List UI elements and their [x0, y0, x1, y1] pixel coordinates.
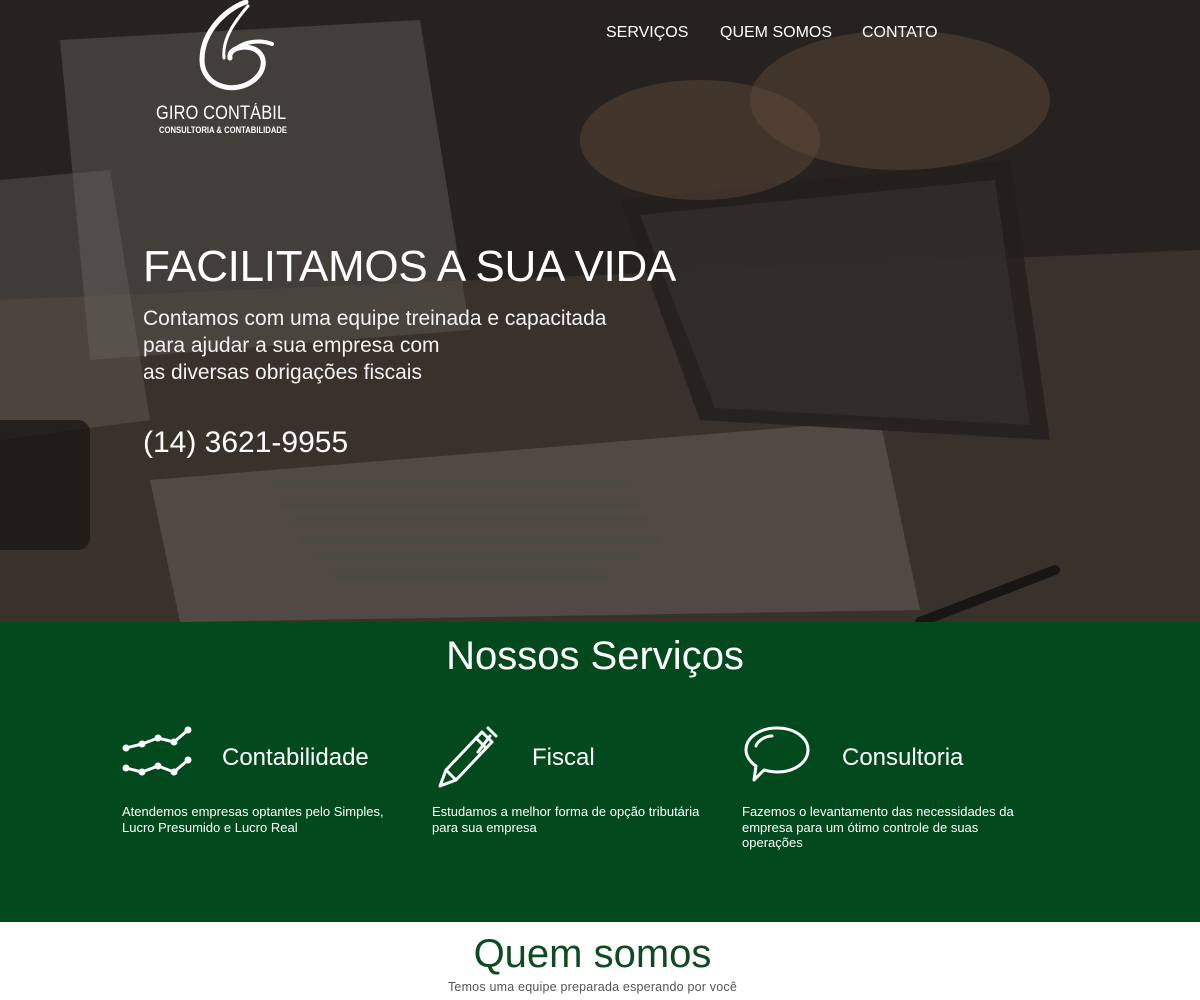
- main-nav: SERVIÇOS QUEM SOMOS CONTATO: [0, 24, 1200, 44]
- services-title: Nossos Serviços: [446, 634, 744, 678]
- stylized-g-logo-icon: [199, 0, 274, 91]
- hero-lead-line: as diversas obrigações fiscais: [143, 361, 422, 384]
- service-label: Consultoria: [842, 744, 964, 771]
- brand-name: GIRO CONTÁBIL: [156, 103, 287, 124]
- hero-lead: Contamos com uma equipe treinada e capac…: [143, 305, 703, 386]
- nav-item-servicos[interactable]: SERVIÇOS: [606, 24, 688, 42]
- service-desc: Atendemos empresas optantes pelo Simples…: [122, 804, 384, 835]
- hero-lead-line: Contamos com uma equipe treinada e capac…: [143, 307, 607, 330]
- about-section: Quem somos Temos uma equipe preparada es…: [0, 922, 1200, 1000]
- hero-lead-line: para ajudar a sua empresa com: [143, 334, 440, 357]
- service-card-consultoria: Consultoria Fazemos o levantamento das n…: [742, 722, 1032, 862]
- hero-headline: FACILITAMOS A SUA VIDA: [143, 242, 676, 291]
- hero-phone[interactable]: (14) 3621-9955: [143, 426, 348, 460]
- nav-item-quem-somos[interactable]: QUEM SOMOS: [720, 24, 832, 42]
- service-desc: Fazemos o levantamento das necessidades …: [742, 804, 1014, 850]
- nav-item-contato[interactable]: CONTATO: [862, 24, 938, 42]
- line-chart-icon: [122, 726, 192, 776]
- service-desc: Estudamos a melhor forma de opção tribut…: [432, 804, 700, 835]
- service-card-fiscal: Fiscal Estudamos a melhor forma de opção…: [432, 722, 722, 862]
- service-card-contabilidade: Contabilidade Atendemos empresas optante…: [122, 722, 412, 862]
- service-label: Fiscal: [532, 744, 595, 771]
- brand-logo[interactable]: GIRO CONTÁBIL CONSULTORIA & CONTABILIDAD…: [156, 0, 296, 140]
- services-section: Nossos Serviços Contabilidade Atendemos …: [0, 622, 1200, 922]
- pen-icon: [438, 726, 498, 788]
- brand-tagline: CONSULTORIA & CONTABILIDADE: [159, 125, 288, 136]
- speech-bubble-icon: [744, 726, 810, 782]
- about-subtitle: Temos uma equipe preparada esperando por…: [447, 980, 738, 994]
- hero-section: GIRO CONTÁBIL CONSULTORIA & CONTABILIDAD…: [0, 0, 1200, 622]
- service-label: Contabilidade: [222, 744, 369, 771]
- about-title: Quem somos: [473, 932, 712, 976]
